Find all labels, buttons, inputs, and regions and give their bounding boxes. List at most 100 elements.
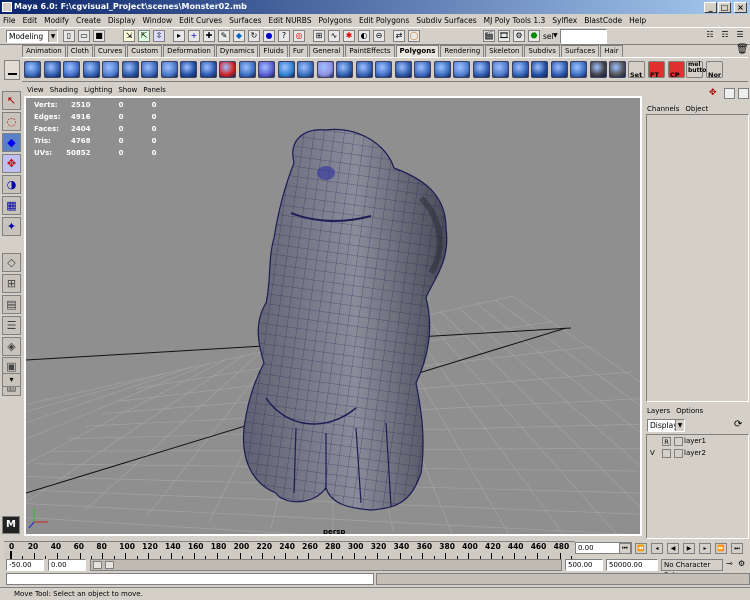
menu-edit-nurbs[interactable]: Edit NURBS	[269, 16, 312, 25]
object-menu[interactable]: Object	[685, 105, 708, 113]
layout-icon-b[interactable]	[738, 88, 749, 99]
shelf-quadrangulate-icon[interactable]	[511, 61, 529, 78]
render-frame-icon[interactable]: 🎬	[483, 30, 495, 42]
layer-color-swatch[interactable]	[674, 437, 683, 446]
menu-mj-poly-tools-1-3[interactable]: MJ Poly Tools 1.3	[484, 16, 546, 25]
step-back-frame-icon[interactable]: ◂	[651, 543, 663, 554]
layout-icon-a[interactable]	[724, 88, 735, 99]
shelf-smooth-proxy-icon[interactable]	[472, 61, 490, 78]
snap-point-icon[interactable]: ✱	[343, 30, 355, 42]
layer-name[interactable]: layer2	[684, 448, 706, 459]
new-layer-icon[interactable]: ⟳	[734, 419, 742, 430]
menu-create[interactable]: Create	[76, 16, 101, 25]
channel-box-toggle-icon[interactable]: ☰	[734, 30, 746, 42]
sel-dropdown-icon[interactable]: ▼	[553, 32, 558, 39]
select-deform-icon[interactable]: ↻	[248, 30, 260, 42]
shelf-cut-faces-icon[interactable]	[336, 61, 353, 78]
shelf-merge-vertices-icon[interactable]	[355, 61, 373, 78]
shelf-tab-custom[interactable]: Custom	[127, 45, 163, 57]
menu-subdiv-surfaces[interactable]: Subdiv Surfaces	[416, 16, 476, 25]
shelf-harden-edge-icon[interactable]	[570, 61, 587, 78]
close-button[interactable]: ×	[734, 2, 747, 13]
shelf-extract-icon[interactable]	[199, 61, 217, 78]
play-forward-icon[interactable]: ▶	[683, 543, 695, 554]
step-forward-key-icon[interactable]: ⏩	[715, 543, 727, 554]
shelf-separate-icon[interactable]	[160, 61, 178, 78]
layer-visibility-toggle[interactable]: V	[650, 448, 655, 459]
shelf-poly-cone-icon[interactable]	[63, 61, 80, 78]
play-backward-icon[interactable]: ◀	[667, 543, 679, 554]
layer-display-dropdown[interactable]: Display ▼	[647, 419, 685, 432]
select-misc-icon[interactable]: ◎	[293, 30, 305, 42]
shelf-tab-rendering[interactable]: Rendering	[440, 45, 485, 57]
shelf-menu-button[interactable]	[4, 60, 20, 80]
shelf-tab-deformation[interactable]: Deformation	[163, 45, 215, 57]
character-set-dropdown[interactable]: No Character Set	[661, 559, 723, 579]
shelf-tab-general[interactable]: General	[308, 45, 345, 57]
mask-toggle-icon[interactable]: ▸	[173, 30, 185, 42]
four-view-icon[interactable]: ⊞	[2, 274, 21, 293]
shelf-combine-icon[interactable]	[141, 61, 158, 78]
quick-selection-field[interactable]	[560, 29, 607, 44]
select-joint-icon[interactable]: ✚	[203, 30, 215, 42]
options-menu[interactable]: Options	[676, 407, 703, 415]
menu-help[interactable]: Help	[629, 16, 646, 25]
layers-menu[interactable]: Layers	[647, 407, 670, 415]
playback-end-field[interactable]: 500.00	[565, 559, 603, 571]
shelf-tab-dynamics[interactable]: Dynamics	[215, 45, 259, 57]
select-tool-icon[interactable]: ↖	[2, 91, 21, 110]
shelf-extrude-face-icon[interactable]	[414, 61, 431, 78]
shelf-tab-hair[interactable]: Hair	[600, 45, 623, 57]
shelf-triangulate-icon[interactable]	[492, 61, 509, 78]
shelf-reverse-normals-icon[interactable]	[531, 61, 548, 78]
mel-command-input[interactable]	[6, 573, 374, 585]
shelf-checker-uv-b-icon[interactable]	[609, 61, 626, 78]
layer-color-swatch[interactable]	[674, 449, 683, 458]
menu-sylflex[interactable]: Sylflex	[552, 16, 577, 25]
shelf-collapse-icon[interactable]	[375, 61, 392, 78]
shelf-split-polygon-icon[interactable]	[238, 61, 256, 78]
shelf-tab-polygons[interactable]: Polygons	[395, 45, 440, 57]
manip-tool-icon[interactable]: ✦	[2, 217, 21, 236]
select-hierarchy-icon[interactable]: ⇲	[123, 30, 135, 42]
maximize-button[interactable]: □	[718, 2, 731, 13]
shelf-extrude-edge-icon[interactable]	[433, 61, 451, 78]
shelf-boolean-icon[interactable]	[219, 61, 236, 78]
shelf-tab-subdivs[interactable]: Subdivs	[524, 45, 560, 57]
move-tool-icon[interactable]: ✥	[2, 154, 21, 173]
preferences-icon[interactable]: ⚙	[738, 559, 745, 568]
viewport-menu-show[interactable]: Show	[118, 85, 137, 96]
shelf-tab-fur[interactable]: Fur	[288, 45, 308, 57]
menu-display[interactable]: Display	[108, 16, 136, 25]
menu-modify[interactable]: Modify	[44, 16, 69, 25]
new-scene-icon[interactable]: ▯	[63, 30, 75, 42]
construction-history-icon[interactable]: ◯	[408, 30, 420, 42]
save-scene-icon[interactable]: ■	[93, 30, 105, 42]
shelf-tab-surfaces[interactable]: Surfaces	[560, 45, 600, 57]
layout-menu-icon[interactable]: ▾	[2, 373, 21, 387]
viewport-menu-view[interactable]: View	[27, 85, 44, 96]
layer-reference-toggle[interactable]	[662, 449, 671, 458]
perspective-viewport[interactable]: Verts: 2510 0 0 Edges: 4916 0 0 Faces: 2404 0 0 Tris…	[24, 96, 642, 536]
viewport-scene[interactable]	[26, 98, 640, 534]
make-live-icon[interactable]: ⊖	[373, 30, 385, 42]
range-bar[interactable]	[90, 559, 562, 571]
menu-window[interactable]: Window	[143, 16, 173, 25]
shelf-poly-cylinder-icon[interactable]	[43, 61, 61, 78]
auto-key-icon[interactable]: ⊸	[726, 559, 733, 568]
attribute-editor-icon[interactable]: ☷	[704, 30, 716, 42]
shelf-tab-animation[interactable]: Animation	[22, 45, 66, 57]
shelf-checker-uv-icon[interactable]	[589, 61, 607, 78]
select-component-icon[interactable]: ⇳	[153, 30, 165, 42]
menu-set-dropdown[interactable]: Modeling ▼	[6, 30, 58, 43]
snap-view-plane-icon[interactable]: ◐	[358, 30, 370, 42]
snap-grid-icon[interactable]: ⊞	[313, 30, 325, 42]
select-handle-icon[interactable]: +	[188, 30, 200, 42]
minimize-button[interactable]: _	[704, 2, 717, 13]
channel-box-body[interactable]	[646, 114, 749, 402]
shelf-delete-edge-icon[interactable]	[394, 61, 412, 78]
node-icon[interactable]: ✥	[709, 88, 717, 98]
animation-end-field[interactable]: 50000.00	[606, 559, 658, 571]
shelf-tab-skeleton[interactable]: Skeleton	[485, 45, 524, 57]
lasso-tool-icon[interactable]: ◌	[2, 112, 21, 131]
